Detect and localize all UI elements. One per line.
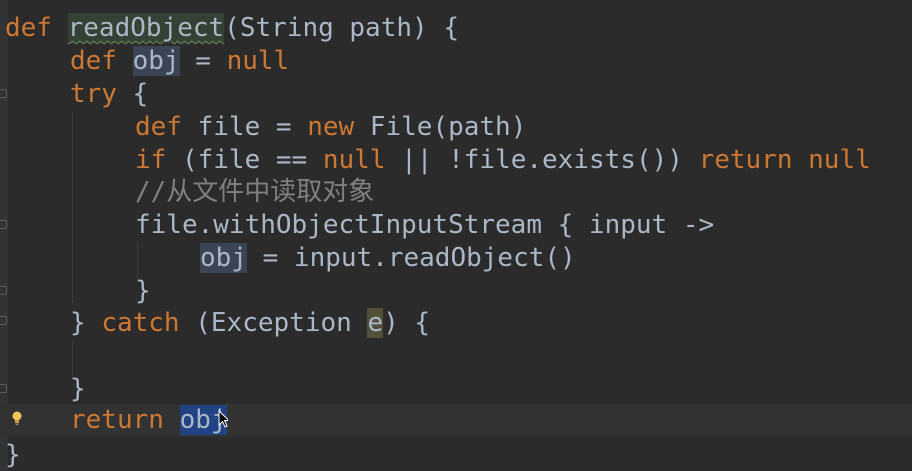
read-object-call: = input.readObject() — [246, 243, 576, 273]
keyword-return: return — [70, 405, 164, 435]
closure-call: file.withObjectInputStream { input -> — [135, 210, 715, 240]
code-line[interactable]: def file = new File(path) — [135, 111, 526, 143]
code-line[interactable]: //从文件中读取对象 — [135, 176, 374, 208]
keyword-def: def — [5, 13, 52, 43]
catch-open-brace: ) { — [383, 308, 431, 338]
method-signature: (String path) { — [224, 13, 459, 43]
code-line[interactable]: try { — [70, 78, 148, 110]
keyword-null: null — [808, 145, 871, 175]
code-line[interactable]: def obj = null — [70, 45, 289, 77]
catch-clause: (Exception — [179, 308, 368, 338]
fold-marker-icon[interactable] — [0, 316, 7, 325]
variable-obj-declaration[interactable]: obj — [132, 46, 180, 76]
keyword-null: null — [322, 145, 386, 175]
editor-gutter[interactable] — [0, 0, 8, 471]
fold-marker-icon[interactable] — [0, 286, 7, 295]
keyword-try: try — [70, 79, 117, 109]
close-brace: } — [70, 308, 102, 338]
code-line[interactable]: } — [5, 439, 21, 471]
keyword-def: def — [135, 112, 182, 142]
variable-obj-usage[interactable]: obj — [200, 243, 247, 273]
code-line[interactable]: } — [135, 275, 151, 307]
keyword-new: new — [307, 112, 355, 142]
fold-marker-icon[interactable] — [0, 220, 7, 229]
exception-param[interactable]: e — [367, 308, 384, 338]
close-brace: } — [5, 440, 21, 470]
indent-guide — [72, 112, 73, 302]
close-brace: } — [135, 276, 151, 306]
close-brace: } — [70, 374, 86, 404]
keyword-if: if — [135, 145, 167, 175]
file-declaration: file = — [181, 112, 308, 142]
code-line[interactable]: obj = input.readObject() — [200, 242, 576, 274]
keyword-null: null — [226, 46, 290, 76]
lightbulb-icon[interactable] — [10, 410, 24, 426]
code-line[interactable]: file.withObjectInputStream { input -> — [135, 209, 714, 241]
text-cursor-icon — [218, 410, 228, 428]
code-line[interactable]: } catch (Exception e) { — [70, 307, 430, 339]
code-line[interactable]: if (file == null || !file.exists()) retu… — [135, 144, 871, 176]
condition-rest: || !file.exists()) — [385, 145, 699, 175]
fold-marker-icon[interactable] — [0, 384, 7, 393]
file-constructor: File(path) — [354, 112, 527, 142]
fold-marker-icon[interactable] — [0, 89, 7, 98]
code-line[interactable]: def readObject(String path) { — [5, 12, 459, 44]
open-brace: { — [116, 79, 149, 109]
keyword-catch: catch — [101, 308, 180, 338]
indent-guide — [137, 242, 138, 278]
code-editor[interactable]: def readObject(String path) { def obj = … — [0, 0, 912, 471]
current-code-line[interactable]: return obj — [0, 404, 912, 437]
condition-start: (file == — [166, 145, 323, 175]
keyword-return: return — [698, 145, 793, 175]
code-comment: //从文件中读取对象 — [135, 177, 375, 207]
code-line[interactable]: } — [70, 373, 86, 405]
assignment-operator: = — [179, 46, 227, 76]
method-name[interactable]: readObject — [67, 13, 225, 43]
keyword-def: def — [70, 46, 117, 76]
